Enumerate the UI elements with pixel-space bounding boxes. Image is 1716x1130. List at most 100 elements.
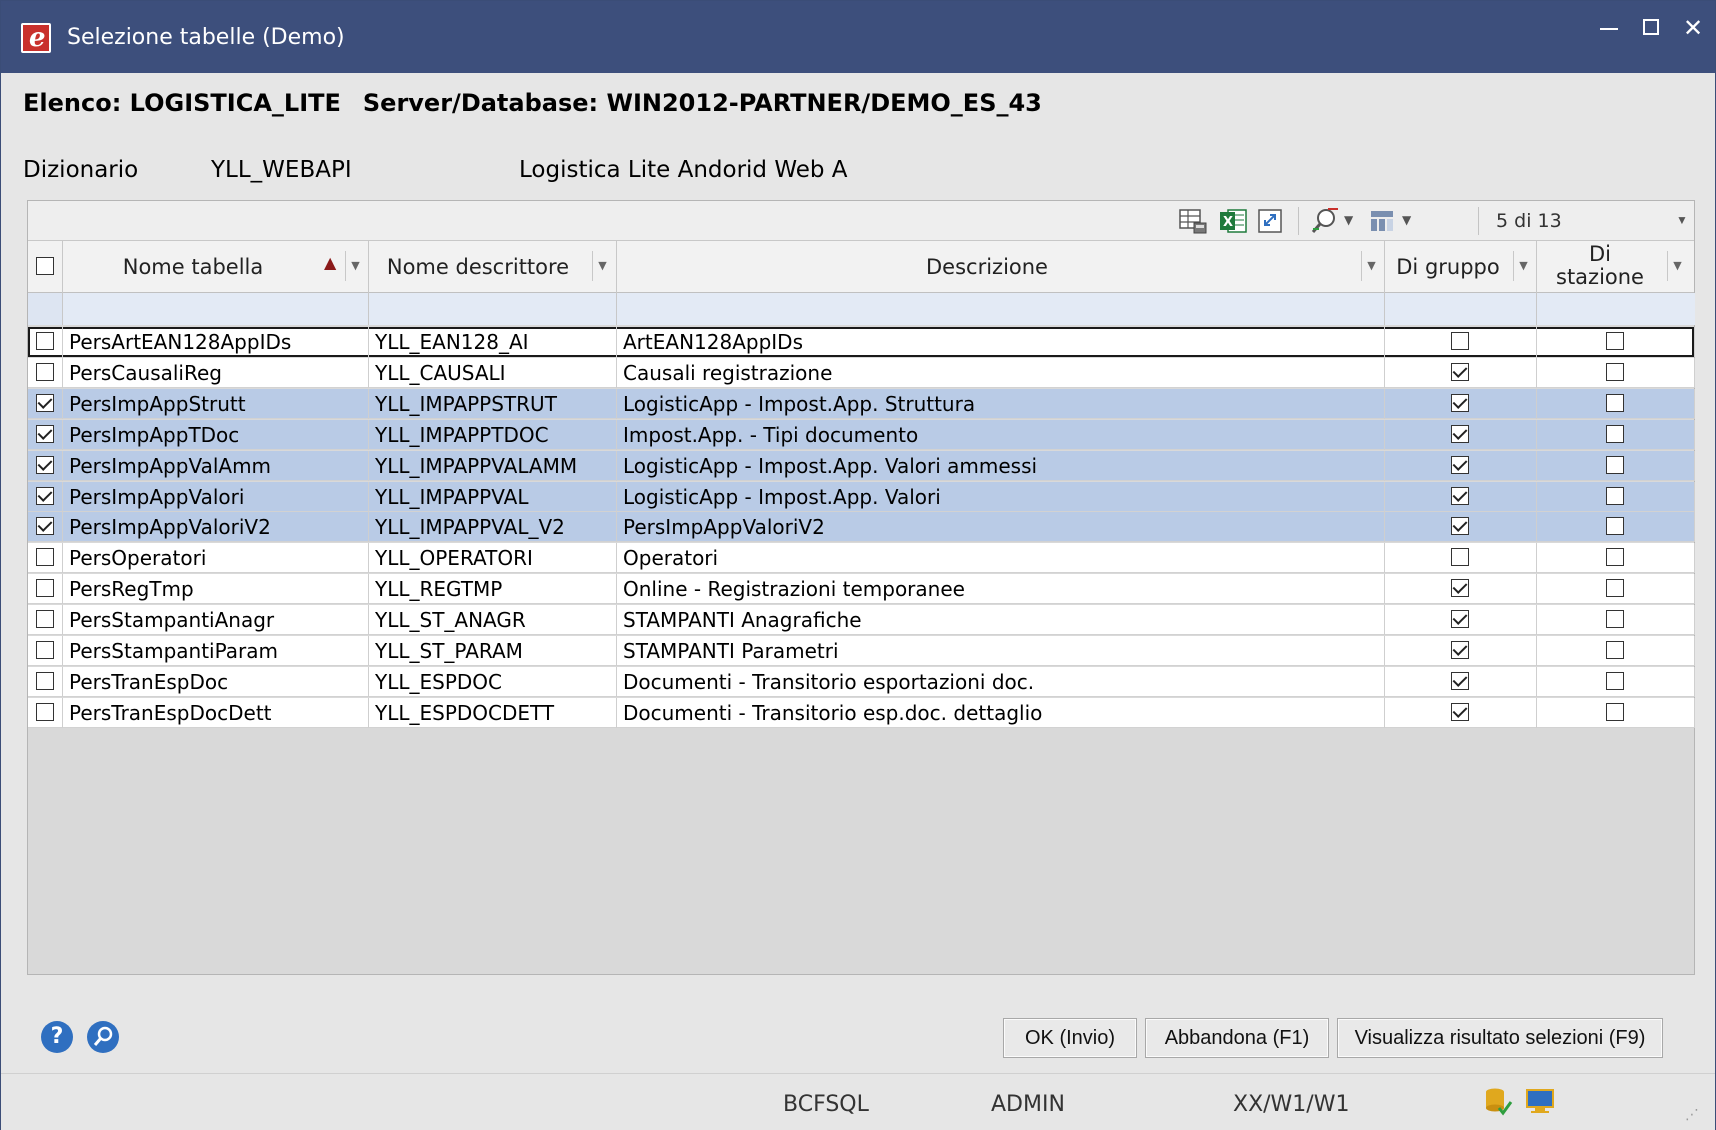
table-row[interactable]: PersCausaliReg YLL_CAUSALI Causali registr… [28,357,1695,388]
filter-nome-descrittore[interactable] [369,293,617,325]
di-gruppo-checkbox[interactable] [1451,393,1469,412]
di-stazione-checkbox[interactable] [1606,702,1624,721]
table-row[interactable]: PersOperatori YLL_OPERATORI Operatori [28,543,1695,574]
select-all-checkbox[interactable] [36,257,54,275]
pager-dropdown-icon[interactable]: ▼ [1676,213,1688,227]
descrizione-cell: Operatori [617,543,1385,574]
row-select-checkbox[interactable] [36,671,54,690]
row-select-checkbox[interactable] [36,332,54,350]
table-row[interactable]: PersImpAppValAmm YLL_IMPAPPVALAMM Logistic… [28,450,1695,481]
nome-tabella-filter-dropdown[interactable]: ▼ [345,251,365,281]
help-icon[interactable]: ? [41,1021,73,1053]
di-gruppo-filter-dropdown[interactable]: ▼ [1513,251,1533,281]
search-filter-icon[interactable] [1310,207,1340,235]
di-stazione-checkbox[interactable] [1606,548,1624,567]
header-select-all-cell [28,241,63,293]
di-stazione-checkbox[interactable] [1606,332,1624,350]
nome-tabella-cell: PersImpAppValoriV2 [63,512,369,543]
di-gruppo-cell [1385,574,1537,605]
header-nome-descrittore[interactable]: Nome descrittore ▼ [369,241,617,293]
di-stazione-checkbox[interactable] [1606,424,1624,443]
di-gruppo-checkbox[interactable] [1451,671,1469,690]
table-row[interactable]: PersImpAppTDoc YLL_IMPAPPTDOC Impost.App. … [28,419,1695,450]
di-stazione-checkbox[interactable] [1606,362,1624,381]
di-stazione-checkbox[interactable] [1606,671,1624,690]
row-select-checkbox[interactable] [36,486,54,505]
descrizione-filter-dropdown[interactable]: ▼ [1361,251,1381,281]
nome-descrittore-cell: YLL_ESPDOCDETT [369,697,617,728]
row-select-checkbox[interactable] [36,548,54,567]
row-select-checkbox[interactable] [36,579,54,598]
di-gruppo-checkbox[interactable] [1451,579,1469,598]
di-gruppo-checkbox[interactable] [1451,332,1469,350]
di-gruppo-cell [1385,666,1537,697]
record-pager: 5 di 13 [1496,210,1562,232]
header-di-stazione[interactable]: Di stazione ▼ [1537,241,1695,293]
di-gruppo-checkbox[interactable] [1451,455,1469,474]
di-gruppo-checkbox[interactable] [1451,424,1469,443]
header-nome-tabella[interactable]: Nome tabella ▲ ▼ [63,241,369,293]
table-row[interactable]: PersTranEspDocDett YLL_ESPDOCDETT Document… [28,697,1695,728]
di-stazione-cell [1537,605,1695,636]
columns-dropdown-icon[interactable]: ▼ [1402,213,1411,227]
header-di-gruppo[interactable]: Di gruppo ▼ [1385,241,1537,293]
row-select-checkbox[interactable] [36,455,54,474]
abbandona-button[interactable]: Abbandona (F1) [1145,1018,1329,1058]
di-stazione-checkbox[interactable] [1606,517,1624,536]
ok-button[interactable]: OK (Invio) [1003,1018,1137,1058]
table-row[interactable]: PersImpAppValori YLL_IMPAPPVAL LogisticApp… [28,481,1695,512]
row-select-checkbox[interactable] [36,424,54,443]
di-gruppo-checkbox[interactable] [1451,702,1469,721]
refresh-icon[interactable] [1256,207,1286,235]
excel-icon[interactable]: X [1218,207,1248,235]
dizionario-code: YLL_WEBAPI [211,157,352,183]
table-row[interactable]: PersImpAppStrutt YLL_IMPAPPSTRUT LogisticA… [28,388,1695,419]
filter-nome-tabella[interactable] [63,293,369,325]
di-stazione-cell [1537,357,1695,388]
table-row[interactable]: PersRegTmp YLL_REGTMP Online - Registrazio… [28,574,1695,605]
di-gruppo-checkbox[interactable] [1451,486,1469,505]
di-stazione-checkbox[interactable] [1606,579,1624,598]
minimize-button[interactable] [1591,11,1627,45]
column-chooser-icon[interactable] [1368,207,1398,235]
row-select-cell [28,574,63,605]
selection-header: Elenco: LOGISTICA_LITE Server/Database: W… [23,89,1042,117]
nome-descrittore-filter-dropdown[interactable]: ▼ [592,251,612,281]
table-export-icon[interactable] [1178,207,1208,235]
di-stazione-checkbox[interactable] [1606,641,1624,659]
search-dropdown-icon[interactable]: ▼ [1344,213,1353,227]
table-row[interactable]: PersTranEspDoc YLL_ESPDOC Documenti - Tran… [28,666,1695,697]
di-stazione-checkbox[interactable] [1606,393,1624,412]
di-stazione-checkbox[interactable] [1606,455,1624,474]
table-row[interactable]: PersStampantiAnagr YLL_ST_ANAGR STAMPANTI … [28,605,1695,636]
di-stazione-checkbox[interactable] [1606,486,1624,505]
visualizza-risultato-button[interactable]: Visualizza risultato selezioni (F9) [1337,1018,1663,1058]
di-gruppo-checkbox[interactable] [1451,362,1469,381]
row-select-checkbox[interactable] [36,362,54,381]
table-row[interactable]: PersArtEAN128AppIDs YLL_EAN128_AI ArtEAN12… [28,327,1695,357]
zoom-search-icon[interactable] [87,1021,119,1053]
row-select-checkbox[interactable] [36,517,54,536]
di-stazione-checkbox[interactable] [1606,610,1624,629]
di-gruppo-checkbox[interactable] [1451,517,1469,536]
row-select-checkbox[interactable] [36,393,54,412]
table-row[interactable]: PersImpAppValoriV2 YLL_IMPAPPVAL_V2 PersIm… [28,512,1695,543]
row-select-checkbox[interactable] [36,641,54,659]
filter-descrizione[interactable] [617,293,1385,325]
close-button[interactable]: ✕ [1675,11,1711,45]
table-row[interactable]: PersStampantiParam YLL_ST_PARAM STAMPANTI … [28,636,1695,666]
di-gruppo-checkbox[interactable] [1451,641,1469,659]
svg-text:X: X [1223,215,1233,230]
row-select-checkbox[interactable] [36,702,54,721]
di-gruppo-checkbox[interactable] [1451,548,1469,567]
header-descrizione[interactable]: Descrizione ▼ [617,241,1385,293]
maximize-button[interactable] [1633,11,1669,45]
filter-di-gruppo[interactable] [1385,293,1537,325]
resize-grip-icon[interactable]: ⋰ [1685,1106,1699,1123]
di-gruppo-checkbox[interactable] [1451,610,1469,629]
row-select-checkbox[interactable] [36,610,54,629]
filter-di-stazione[interactable] [1537,293,1695,325]
di-stazione-filter-dropdown[interactable]: ▼ [1667,251,1687,281]
nome-tabella-cell: PersImpAppTDoc [63,419,369,450]
toolbar-separator [1298,207,1299,235]
